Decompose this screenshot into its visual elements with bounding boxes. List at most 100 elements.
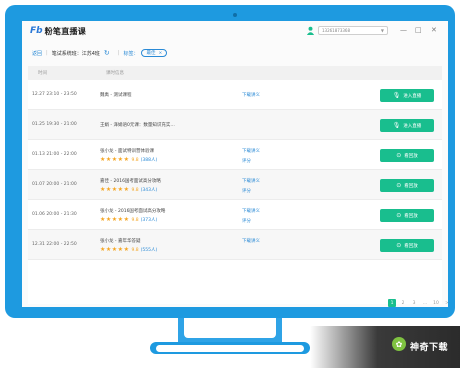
star-icon: ★	[111, 216, 118, 223]
star-icon: ★	[123, 246, 129, 253]
monitor-neck-inner	[184, 318, 276, 338]
star-icon: ★	[111, 246, 118, 253]
page-button[interactable]: 10	[432, 299, 440, 307]
row-title: 王娟 - 泽娟语0元课：数量知识充实…	[100, 123, 175, 128]
title-bar: Fb 粉笔直播课 13261873368 ▼ — □ ✕	[22, 21, 448, 41]
rating-score: 9.8	[131, 217, 139, 223]
watch-replay-button[interactable]: ⊙ 看回放	[380, 209, 434, 222]
table-row: 12.31 22:00 - 22:50 张小龙 - 嘉年华答疑 ★ ★ ★ ★ ★ 9.8 …	[28, 230, 442, 260]
course-title: 笔试系统班：江苏4班	[51, 50, 100, 57]
rate-link[interactable]: 评分	[242, 188, 251, 194]
maximize-button[interactable]: □	[415, 26, 422, 35]
star-icon: ★	[111, 156, 118, 163]
minimize-button[interactable]: —	[400, 26, 407, 35]
download-notes-link[interactable]: 下载讲义	[242, 178, 260, 184]
download-notes-link[interactable]: 下载讲义	[242, 238, 260, 244]
account-select[interactable]: 13261873368 ▼	[318, 26, 388, 35]
rate-link[interactable]: 评分	[242, 218, 251, 224]
watch-replay-button[interactable]: ⊙ 看回放	[380, 149, 434, 162]
star-icon: ★	[117, 186, 124, 193]
star-icon: ★	[123, 216, 129, 223]
play-icon: ⊙	[396, 212, 402, 219]
button-label: 进入直播	[403, 123, 422, 129]
enter-live-button[interactable]: 🎙 进入直播	[380, 119, 434, 132]
row-time: 01.07 20:00 - 21:00	[32, 182, 77, 187]
table-row: 01.07 20:00 - 21:00 嘉佳 - 2016国考面试高分攻略 ★ ★ ★ ★…	[28, 170, 442, 200]
download-notes-link[interactable]: 下载讲义	[242, 208, 260, 214]
rating-count[interactable]: (373人)	[141, 217, 158, 223]
button-label: 看回放	[404, 213, 418, 219]
app-logo-icon: Fb	[30, 26, 43, 36]
filter-tag[interactable]: 最佳 ×	[141, 49, 168, 57]
account-select-value: 13261873368	[322, 28, 350, 33]
rating: ★ ★ ★ ★ ★ 9.8 (388人)	[100, 156, 158, 164]
close-button[interactable]: ✕	[431, 26, 437, 35]
star-icon: ★	[117, 246, 124, 253]
button-label: 看回放	[404, 153, 418, 159]
play-icon: ⊙	[396, 242, 402, 249]
rating-score: 9.8	[131, 157, 139, 163]
row-time: 01.25 19:30 - 21:00	[32, 122, 77, 127]
star-icon: ★	[100, 216, 106, 223]
table-row: 01.13 21:00 - 22:00 张小龙 - 面试特训营体验课 ★ ★ ★ ★ ★ 9…	[28, 140, 442, 170]
row-time: 12.27 23:10 - 23:50	[32, 92, 77, 97]
monitor-frame: Fb 粉笔直播课 13261873368 ▼ — □ ✕ 返回 | 笔试系统班：…	[5, 5, 455, 318]
webcam-dot	[233, 13, 237, 17]
table-body: 12.27 23:10 - 23:50 魏禹 - 测试课程 下载讲义 🎙 进入直播 0…	[28, 80, 442, 260]
star-icon: ★	[123, 156, 129, 163]
row-title: 张小龙 - 嘉年华答疑	[100, 239, 141, 244]
star-icon: ★	[111, 186, 118, 193]
rating-count[interactable]: (388人)	[141, 157, 158, 163]
star-icon: ★	[117, 156, 124, 163]
mic-icon: 🎙	[392, 92, 401, 99]
header-info: 课时信息	[106, 71, 124, 76]
star-icon: ★	[117, 216, 124, 223]
row-title: 魏禹 - 测试课程	[100, 93, 132, 98]
row-title: 嘉佳 - 2016国考面试高分攻略	[100, 179, 161, 184]
breadcrumb: 返回 | 笔试系统班：江苏4班 ↻ | 标签： 最佳 ×	[22, 46, 448, 60]
star-icon: ★	[100, 186, 106, 193]
button-label: 进入直播	[403, 93, 422, 99]
rating: ★ ★ ★ ★ ★ 9.8 (555人)	[100, 246, 158, 254]
back-link[interactable]: 返回	[32, 50, 42, 57]
download-notes-link[interactable]: 下载讲义	[242, 148, 260, 154]
row-title: 张小龙 - 2016国考面试高分攻略	[100, 209, 166, 214]
next-page-button[interactable]: >	[443, 299, 448, 307]
star-icon: ★	[100, 246, 106, 253]
page-button[interactable]: …	[421, 299, 429, 307]
rating-count[interactable]: (555人)	[141, 247, 158, 253]
row-time: 12.31 22:00 - 22:50	[32, 242, 77, 247]
app-name: 粉笔直播课	[44, 26, 87, 36]
monitor-base-inner	[156, 345, 304, 352]
refresh-icon[interactable]: ↻	[104, 49, 110, 57]
rating: ★ ★ ★ ★ ★ 9.8 (373人)	[100, 216, 158, 224]
watch-replay-button[interactable]: ⊙ 看回放	[380, 179, 434, 192]
mic-icon: 🎙	[392, 122, 401, 129]
filter-tag-label: 最佳	[146, 51, 156, 56]
row-title: 张小龙 - 面试特训营体验课	[100, 149, 154, 154]
rating-score: 9.8	[131, 187, 139, 193]
star-icon: ★	[100, 156, 106, 163]
button-label: 看回放	[404, 243, 418, 249]
page-button[interactable]: 1	[388, 299, 396, 307]
divider: |	[46, 50, 48, 56]
page-button[interactable]: 2	[399, 299, 407, 307]
user-icon	[306, 26, 315, 35]
star-icon: ★	[123, 186, 129, 193]
row-time: 01.06 20:00 - 21:30	[32, 212, 77, 217]
chevron-down-icon: ▼	[380, 28, 384, 33]
rating-count[interactable]: (343人)	[141, 187, 158, 193]
page-button[interactable]: 3	[410, 299, 418, 307]
rating: ★ ★ ★ ★ ★ 9.8 (343人)	[100, 186, 158, 194]
play-icon: ⊙	[396, 152, 402, 159]
star-icon: ★	[105, 156, 112, 163]
enter-live-button[interactable]: 🎙 进入直播	[380, 89, 434, 102]
download-notes-link[interactable]: 下载讲义	[242, 92, 260, 98]
pagination: 1 2 3… 10 >	[388, 299, 448, 307]
watch-replay-button[interactable]: ⊙ 看回放	[380, 239, 434, 252]
close-icon[interactable]: ×	[158, 51, 162, 56]
table-header: 时间 课时信息	[28, 66, 442, 80]
rate-link[interactable]: 评分	[242, 158, 251, 164]
table-row: 01.25 19:30 - 21:00 王娟 - 泽娟语0元课：数量知识充实… 🎙…	[28, 110, 442, 140]
lesson-table: 时间 课时信息 12.27 23:10 - 23:50 魏禹 - 测试课程 下载讲义…	[28, 66, 448, 307]
